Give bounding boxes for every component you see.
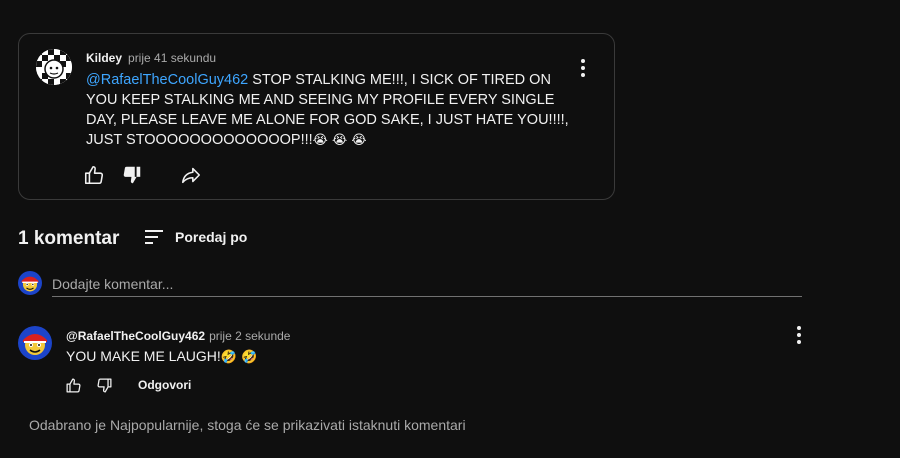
current-user-avatar <box>18 271 42 295</box>
comment-timestamp[interactable]: prije 2 sekunde <box>209 329 290 343</box>
comment-emojis: 🤣 🤣 <box>220 350 258 365</box>
comment-dislike-button[interactable] <box>93 374 115 396</box>
sort-icon <box>145 230 163 244</box>
sort-by-label: Poredaj po <box>175 229 248 245</box>
share-button[interactable] <box>178 162 204 188</box>
add-comment-input[interactable] <box>52 271 802 297</box>
reply-button[interactable]: Odgovori <box>138 378 191 392</box>
comment-text: YOU MAKE ME LAUGH!🤣 🤣 <box>66 348 257 365</box>
more-vert-icon-dot <box>581 73 585 77</box>
featured-comments-notice: Odabrano je Najpopularnije, stoga će se … <box>29 417 466 433</box>
more-vert-icon-dot <box>581 59 585 63</box>
dislike-button[interactable] <box>119 162 145 188</box>
more-vert-icon-dot <box>797 340 801 344</box>
post-timestamp[interactable]: prije 41 sekundu <box>128 51 216 65</box>
more-vert-icon-dot <box>797 326 801 330</box>
comment-like-button[interactable] <box>62 374 84 396</box>
sort-by-button[interactable]: Poredaj po <box>145 226 247 248</box>
like-button[interactable] <box>81 162 107 188</box>
post-card: Kildey prije 41 sekundu @RafaelTheCoolGuy… <box>18 33 615 200</box>
comment-count: 1 komentar <box>18 228 120 249</box>
share-arrow-icon <box>181 167 201 184</box>
comment-message: YOU MAKE ME LAUGH! <box>66 348 221 364</box>
post-author-name[interactable]: Kildey <box>86 51 122 65</box>
comment-more-actions-button[interactable] <box>789 325 809 345</box>
post-text: @RafaelTheCoolGuy462 STOP STALKING ME!!!… <box>86 70 571 151</box>
post-author-avatar[interactable] <box>36 49 72 85</box>
post-meta: Kildey prije 41 sekundu <box>86 51 216 65</box>
more-vert-icon-dot <box>581 66 585 70</box>
comment-author-name[interactable]: @RafaelTheCoolGuy462 <box>66 329 205 343</box>
comment-author-avatar[interactable] <box>18 326 52 360</box>
thumbs-down-filled-icon <box>123 166 141 184</box>
post-emojis: 😭 😭 😭 <box>312 133 367 148</box>
thumbs-up-icon <box>84 165 104 185</box>
thumbs-down-icon <box>96 377 112 393</box>
post-more-actions-button[interactable] <box>573 58 593 78</box>
post-mention-link[interactable]: @RafaelTheCoolGuy462 <box>86 72 248 88</box>
thumbs-up-icon <box>65 377 81 393</box>
more-vert-icon-dot <box>797 333 801 337</box>
comment-meta: @RafaelTheCoolGuy462 prije 2 sekunde <box>66 329 290 343</box>
